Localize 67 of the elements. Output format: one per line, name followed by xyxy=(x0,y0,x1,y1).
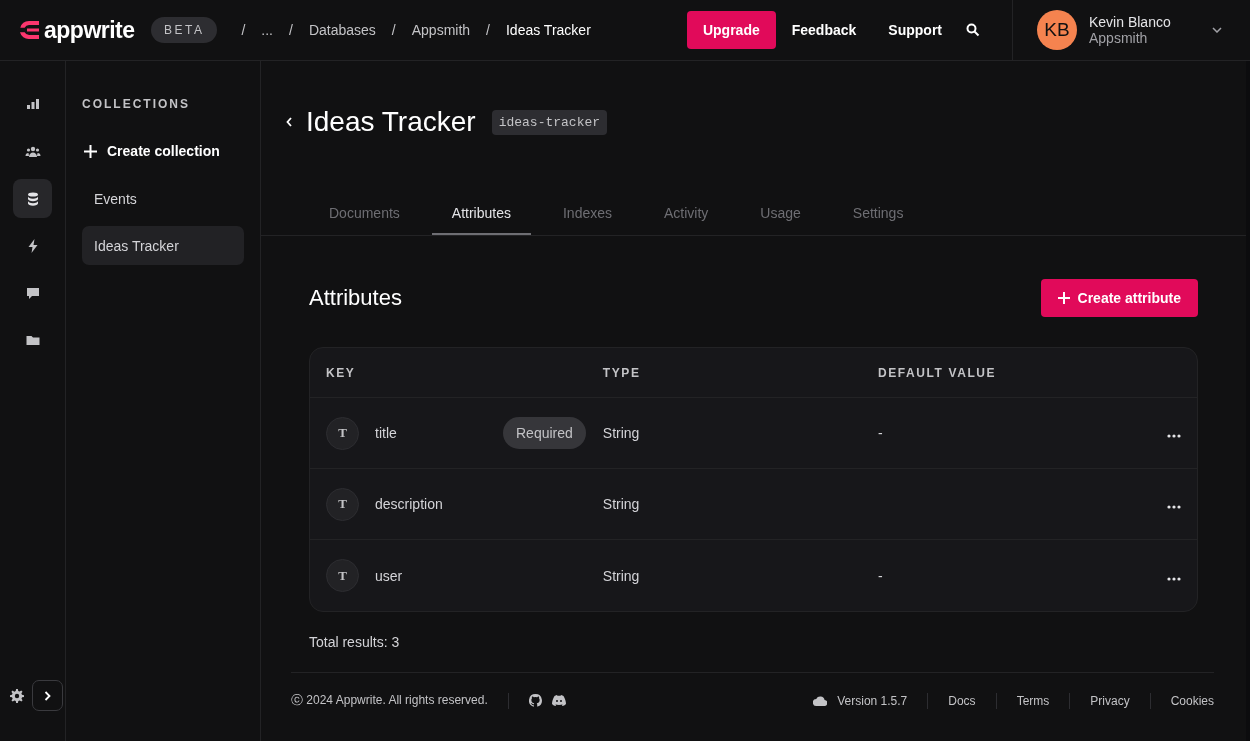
chevron-right-icon xyxy=(44,690,51,701)
create-collection-button[interactable]: Create collection xyxy=(84,143,220,159)
tab[interactable]: Attributes xyxy=(431,205,531,235)
logo-text: appwrite xyxy=(44,16,135,44)
page-title: Ideas Tracker xyxy=(306,106,476,138)
footer-link[interactable]: Privacy xyxy=(1090,693,1130,708)
attribute-key: title xyxy=(375,425,487,441)
user-avatar[interactable]: KB xyxy=(1037,10,1077,50)
logo-icon xyxy=(18,20,40,40)
cloud-icon xyxy=(813,695,828,706)
text-type-icon: T xyxy=(326,487,359,521)
breadcrumb-separator: / xyxy=(486,22,490,38)
github-icon[interactable] xyxy=(528,694,542,707)
nav-rail-button[interactable] xyxy=(13,179,52,218)
user-name: Kevin Blanco xyxy=(1089,14,1171,30)
attribute-key: user xyxy=(375,567,487,584)
more-icon[interactable] xyxy=(1167,434,1181,438)
plus-icon xyxy=(1057,292,1070,304)
column-header: TYPE xyxy=(586,348,862,398)
attribute-type: String xyxy=(602,567,640,584)
settings-icon[interactable] xyxy=(10,688,24,703)
attribute-key: description xyxy=(375,496,487,512)
required-badge: Required xyxy=(503,417,586,449)
tab[interactable]: Activity xyxy=(644,205,729,235)
breadcrumb-link[interactable]: Ideas Tracker xyxy=(506,22,591,38)
upgrade-button[interactable]: Upgrade xyxy=(686,11,776,49)
footer-link[interactable]: Docs xyxy=(948,693,976,708)
attribute-type: String xyxy=(602,496,640,512)
collection-id[interactable]: ideas-tracker xyxy=(491,109,608,135)
footer-link[interactable]: Terms xyxy=(1016,693,1050,708)
section-title: Attributes xyxy=(309,285,402,311)
total-results: Total results: 3 xyxy=(309,634,401,650)
attribute-type: String xyxy=(602,425,640,441)
create-attribute-button[interactable]: Create attribute xyxy=(1040,279,1198,317)
column-header: DEFAULT VALUE xyxy=(861,348,1151,398)
header-button[interactable]: Feedback xyxy=(775,22,873,38)
text-type-icon: T xyxy=(326,559,359,592)
breadcrumb-separator: / xyxy=(289,22,293,38)
tab[interactable]: Indexes xyxy=(542,205,632,235)
default-value: - xyxy=(877,425,883,441)
header-button[interactable]: Support xyxy=(872,22,958,38)
tab[interactable]: Documents xyxy=(309,205,420,235)
collections-heading: COLLECTIONS xyxy=(82,97,191,111)
collection-item[interactable]: Events xyxy=(82,179,244,218)
beta-badge: BETA xyxy=(151,17,218,43)
tab[interactable]: Usage xyxy=(740,205,821,235)
breadcrumb-separator: / xyxy=(241,22,246,38)
copyright-text: ⓒ 2024 Appwrite. All rights reserved. xyxy=(291,692,488,709)
breadcrumb-separator: / xyxy=(391,22,396,38)
plus-icon xyxy=(84,144,97,158)
collection-item[interactable]: Ideas Tracker xyxy=(82,226,244,265)
organization-name: Appsmith xyxy=(1089,30,1149,46)
breadcrumb-link[interactable]: ... xyxy=(261,22,273,38)
more-icon[interactable] xyxy=(1167,505,1181,509)
breadcrumb-link[interactable]: Appsmith xyxy=(411,22,471,38)
column-header: KEY xyxy=(310,348,587,398)
search-icon[interactable] xyxy=(966,23,980,37)
footer-link[interactable]: Cookies xyxy=(1170,693,1214,708)
more-icon[interactable] xyxy=(1167,576,1181,581)
version-text: Version 1.5.7 xyxy=(837,693,908,708)
back-icon[interactable] xyxy=(286,117,292,127)
expand-sidebar-button[interactable] xyxy=(32,680,63,711)
tab[interactable]: Settings xyxy=(832,205,924,235)
text-type-icon: T xyxy=(326,416,359,450)
breadcrumb-link[interactable]: Databases xyxy=(308,22,376,38)
chevron-down-icon[interactable] xyxy=(1212,27,1222,33)
default-value: - xyxy=(877,567,883,584)
